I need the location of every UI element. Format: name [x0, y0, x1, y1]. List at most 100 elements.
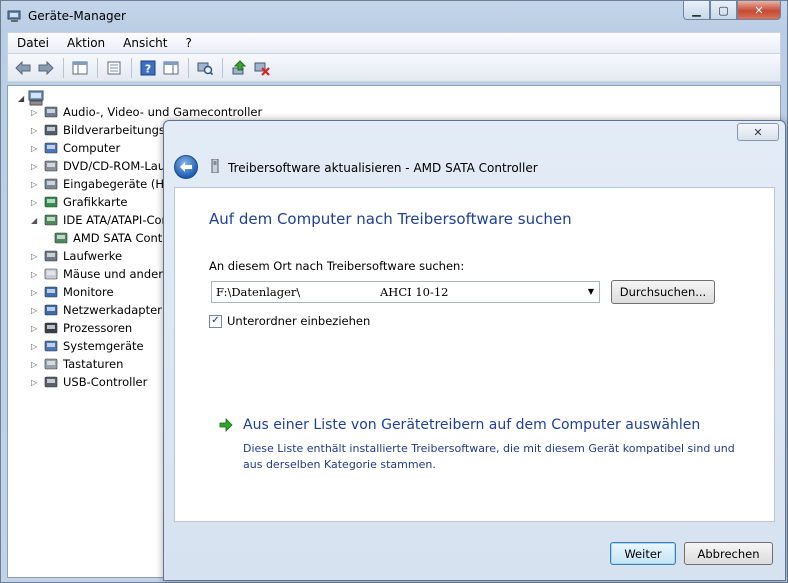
menu-help[interactable]: ? — [176, 36, 200, 50]
collapse-arrow-icon[interactable]: ◢ — [31, 216, 41, 225]
speaker-icon — [44, 106, 58, 118]
cancel-button[interactable]: Abbrechen — [684, 542, 773, 565]
tree-item[interactable]: ▷ Eingabegeräte (HID) — [31, 175, 181, 193]
forward-button[interactable] — [35, 57, 57, 79]
expand-arrow-icon[interactable]: ▷ — [31, 108, 41, 117]
tree-item-label: Tastaturen — [63, 357, 124, 371]
dialog-close-button[interactable]: ✕ — [737, 123, 779, 141]
mouse-icon — [44, 268, 58, 280]
pick-from-list-description: Diese Liste enthält installierte Treiber… — [243, 442, 735, 471]
dropdown-arrow-icon[interactable]: ▼ — [588, 287, 594, 296]
green-arrow-icon — [219, 418, 233, 432]
minimize-button[interactable]: ▁ — [683, 1, 710, 20]
camera-icon — [44, 124, 58, 136]
tree-item-label: Laufwerke — [63, 249, 123, 263]
update-driver-icon — [232, 59, 247, 74]
keyboard-icon — [44, 358, 58, 370]
tree-item[interactable]: ▷ Systemgeräte — [31, 337, 144, 355]
action-pane-button[interactable] — [160, 57, 182, 79]
include-subfolders-label: Unterordner einbeziehen — [227, 314, 371, 328]
tree-item[interactable]: ▷ Audio-, Video- und Gamecontroller — [31, 103, 262, 121]
action-pane-icon — [163, 61, 179, 74]
next-button[interactable]: Weiter — [610, 542, 676, 565]
menu-datei[interactable]: Datei — [8, 36, 58, 50]
tree-item[interactable]: ▷ USB-Controller — [31, 373, 147, 391]
dialog-body: Auf dem Computer nach Treibersoftware su… — [174, 187, 775, 522]
tree-item-label: Netzwerkadapter — [63, 303, 162, 317]
processor-icon — [44, 322, 58, 334]
include-subfolders-checkbox[interactable]: ✓ — [209, 314, 222, 328]
expand-arrow-icon[interactable]: ▷ — [31, 288, 41, 297]
tree-item-label: Systemgeräte — [63, 339, 144, 353]
maximize-button[interactable]: ▢ — [710, 1, 737, 20]
tree-item-label: Prozessoren — [63, 321, 133, 335]
tree-item[interactable]: ▷ Netzwerkadapter — [31, 301, 162, 319]
uninstall-icon — [254, 62, 270, 76]
dialog-back-button[interactable] — [174, 155, 198, 179]
toolbar-separator — [97, 57, 98, 78]
dialog-title: Treibersoftware aktualisieren - AMD SATA… — [228, 161, 538, 175]
usb-icon — [44, 376, 58, 388]
expand-arrow-icon[interactable]: ▷ — [31, 378, 41, 387]
expand-arrow-icon[interactable]: ▷ — [31, 126, 41, 135]
update-driver-button[interactable] — [228, 57, 250, 79]
monitor-icon — [44, 286, 58, 298]
tree-item[interactable]: ▷ Computer — [31, 139, 120, 157]
menu-ansicht[interactable]: Ansicht — [114, 36, 176, 50]
path-part-subfolder: AHCI 10-12 — [380, 285, 449, 299]
menu-aktion[interactable]: Aktion — [58, 36, 114, 50]
network-icon — [44, 304, 58, 316]
maximize-icon: ▢ — [718, 3, 729, 17]
checkmark-icon: ✓ — [211, 315, 220, 326]
device-manager-icon — [7, 10, 21, 22]
tree-item[interactable]: ▷ Grafikkarte — [31, 193, 127, 211]
uninstall-button[interactable] — [251, 57, 273, 79]
disk-drive-icon — [44, 250, 58, 262]
expand-arrow-icon[interactable]: ▷ — [31, 252, 41, 261]
tree-item-label: Monitore — [63, 285, 114, 299]
expand-arrow-icon[interactable]: ▷ — [31, 360, 41, 369]
show-hide-console-tree-button[interactable] — [69, 57, 91, 79]
close-icon: ✕ — [754, 3, 764, 17]
system-device-icon — [44, 340, 58, 352]
tree-item[interactable]: ▷ Prozessoren — [31, 319, 132, 337]
tree-item-label: Computer — [63, 141, 121, 155]
ide-controller-icon — [44, 214, 58, 226]
expand-arrow-icon[interactable]: ▷ — [31, 342, 41, 351]
expand-arrow-icon[interactable]: ▷ — [31, 306, 41, 315]
help-button[interactable]: ? — [137, 57, 159, 79]
back-arrow-icon — [15, 60, 31, 75]
toolbar-separator — [222, 57, 223, 78]
collapse-arrow-icon[interactable]: ◢ — [18, 94, 24, 103]
back-button[interactable] — [12, 57, 34, 79]
expand-arrow-icon[interactable]: ▷ — [31, 144, 41, 153]
toolbar-separator — [188, 57, 189, 78]
close-button[interactable]: ✕ — [737, 1, 781, 20]
expand-arrow-icon[interactable]: ▷ — [31, 198, 41, 207]
expand-arrow-icon[interactable]: ▷ — [31, 270, 41, 279]
tree-item[interactable]: ▷ Tastaturen — [31, 355, 123, 373]
minimize-icon: ▁ — [692, 3, 701, 17]
expand-arrow-icon[interactable]: ▷ — [31, 324, 41, 333]
tree-item[interactable]: ▷ Monitore — [31, 283, 114, 301]
include-subfolders-option[interactable]: ✓ Unterordner einbeziehen — [209, 314, 370, 328]
path-combobox[interactable]: F:\Datenlager\ AHCI 10-12 ▼ — [211, 281, 600, 303]
dialog-header: Treibersoftware aktualisieren - AMD SATA… — [164, 147, 785, 185]
computer-icon — [44, 142, 58, 154]
expand-arrow-icon[interactable]: ▷ — [31, 162, 41, 171]
sata-controller-icon — [54, 232, 68, 244]
title-bar: Geräte-Manager ▁ ▢ ✕ — [1, 1, 787, 31]
scan-hardware-button[interactable] — [194, 57, 216, 79]
properties-button[interactable] — [103, 57, 125, 79]
location-label: An diesem Ort nach Treibersoftware suche… — [209, 259, 465, 273]
tree-item[interactable]: ▷ Laufwerke — [31, 247, 122, 265]
scan-hardware-icon — [197, 62, 213, 75]
tree-item-label: Grafikkarte — [63, 195, 128, 209]
expand-arrow-icon[interactable]: ▷ — [31, 180, 41, 189]
pick-from-list-link[interactable]: Aus einer Liste von Gerätetreibern auf d… — [219, 417, 700, 433]
pick-from-list-title[interactable]: Aus einer Liste von Gerätetreibern auf d… — [243, 417, 700, 433]
menu-bar: Datei Aktion Ansicht ? — [7, 32, 781, 54]
browse-button[interactable]: Durchsuchen... — [611, 280, 715, 304]
device-icon — [211, 159, 219, 173]
forward-arrow-icon — [38, 60, 54, 75]
